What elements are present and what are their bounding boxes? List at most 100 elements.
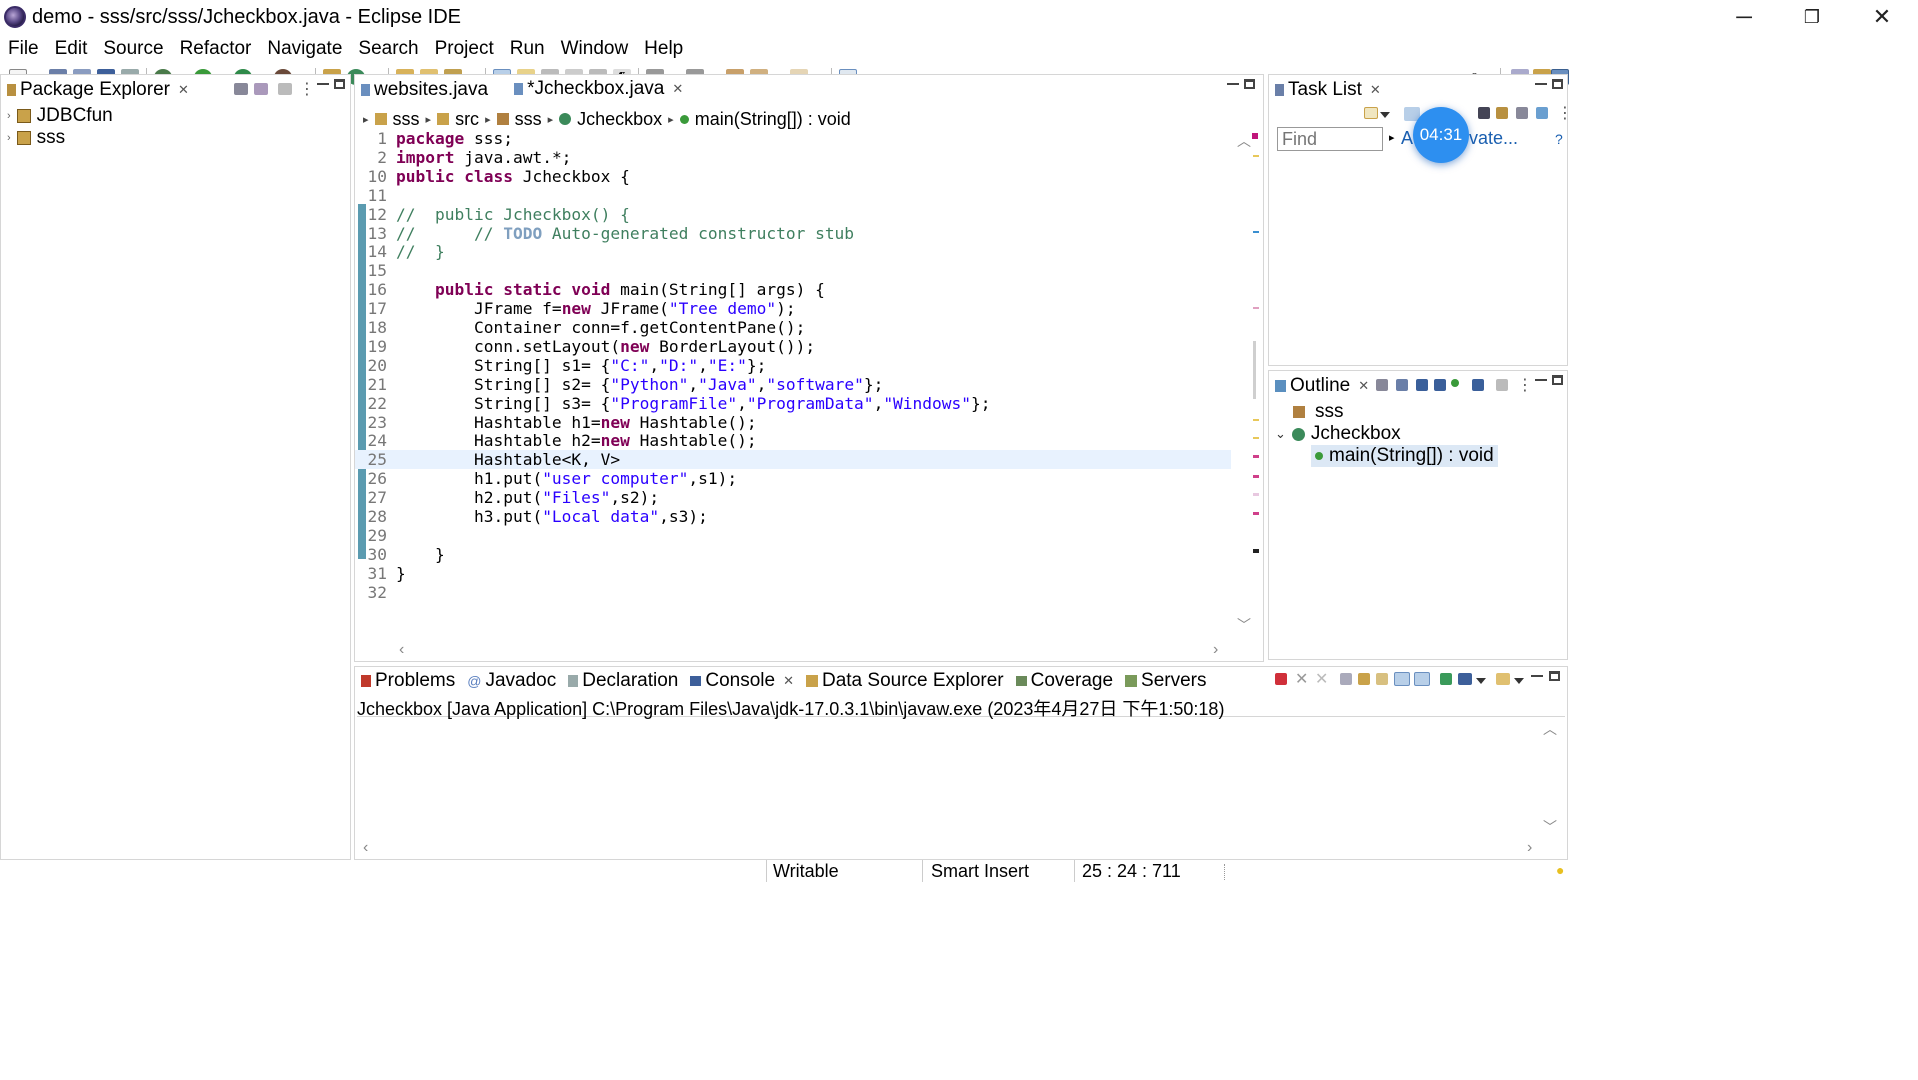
collapse-all-icon[interactable] xyxy=(1496,107,1508,119)
code-line[interactable]: 17 JFrame f=new JFrame("Tree demo"); xyxy=(355,299,1231,318)
minimize-view-icon[interactable] xyxy=(1227,83,1239,85)
outline-item-class[interactable]: ⌄ Jcheckbox xyxy=(1275,423,1401,445)
error-marker[interactable] xyxy=(1252,133,1258,139)
code-line[interactable]: 1 package sss; xyxy=(355,129,1231,148)
code-line[interactable]: 21 String[] s2= {"Python","Java","softwa… xyxy=(355,375,1231,394)
chevron-down-icon[interactable]: ⌄ xyxy=(1275,426,1286,442)
chevron-right-icon[interactable]: › xyxy=(7,132,11,144)
code-line[interactable]: 22 String[] s3= {"ProgramFile","ProgramD… xyxy=(355,394,1231,413)
scroll-left-icon[interactable]: ‹ xyxy=(363,839,368,857)
code-line[interactable]: 11 xyxy=(355,186,1231,205)
menu-project[interactable]: Project xyxy=(427,38,502,60)
minimize-view-icon[interactable] xyxy=(1531,675,1543,677)
code-line[interactable]: 19 conn.setLayout(new BorderLayout()); xyxy=(355,337,1231,356)
close-tab-icon[interactable]: ✕ xyxy=(1370,82,1381,98)
scroll-right-icon[interactable]: › xyxy=(1527,839,1532,857)
clear-console-icon[interactable] xyxy=(1340,673,1352,685)
menu-refactor[interactable]: Refactor xyxy=(172,38,260,60)
hide-static-icon[interactable] xyxy=(1434,379,1446,391)
minimize-view-icon[interactable] xyxy=(1535,379,1547,381)
code-line[interactable]: 16 public static void main(String[] args… xyxy=(355,280,1231,299)
tab-jcheckbox-java[interactable]: *Jcheckbox.java ✕ xyxy=(508,75,690,105)
code-line-current[interactable]: 25 Hashtable<K, V> xyxy=(355,450,1231,470)
breadcrumb-item[interactable]: Jcheckbox xyxy=(577,109,662,130)
vertical-scrollbar-thumb[interactable] xyxy=(1253,341,1256,399)
open-console-dropdown-icon[interactable] xyxy=(1514,678,1524,684)
close-tab-icon[interactable]: ✕ xyxy=(1358,378,1369,394)
error-marker[interactable] xyxy=(1253,493,1259,496)
status-cursor-position[interactable]: 25 : 24 : 711 xyxy=(1082,861,1181,882)
sort-icon[interactable] xyxy=(1396,379,1408,391)
scroll-up-icon[interactable]: ︿ xyxy=(1543,719,1557,739)
code-line[interactable]: 24 Hashtable h2=new Hashtable(); xyxy=(355,431,1231,450)
code-line[interactable]: 18 Container conn=f.getContentPane(); xyxy=(355,318,1231,337)
code-line[interactable]: 20 String[] s1= {"C:","D:","E:"}; xyxy=(355,356,1231,375)
warning-marker[interactable] xyxy=(1253,419,1259,421)
expand-icon[interactable] xyxy=(1516,107,1528,119)
link-with-editor-icon[interactable] xyxy=(254,83,268,95)
word-wrap-icon[interactable] xyxy=(1376,673,1388,685)
warning-marker[interactable] xyxy=(1253,437,1259,439)
code-line[interactable]: 32 xyxy=(355,583,1231,602)
chevron-right-icon[interactable]: ▸ xyxy=(1389,131,1395,144)
warning-marker[interactable] xyxy=(1253,155,1259,157)
remove-launch-icon[interactable]: ✕ xyxy=(1295,669,1308,689)
outline-item-method[interactable]: main(String[]) : void xyxy=(1311,445,1498,467)
breadcrumb-item[interactable]: main(String[]) : void xyxy=(695,109,851,130)
sync-icon[interactable] xyxy=(1536,107,1548,119)
close-button[interactable]: ✕ xyxy=(1852,0,1912,34)
maximize-view-icon[interactable] xyxy=(1552,79,1563,89)
error-marker[interactable] xyxy=(1253,475,1259,478)
code-line[interactable]: 23 Hashtable h1=new Hashtable(); xyxy=(355,413,1231,432)
terminate-icon[interactable] xyxy=(1275,673,1287,685)
code-line[interactable]: 30 } xyxy=(355,545,1231,564)
view-menu-icon[interactable]: ⋮ xyxy=(1517,375,1533,395)
code-line[interactable]: 27 h2.put("Files",s2); xyxy=(355,488,1231,507)
display-console-icon[interactable] xyxy=(1458,673,1472,685)
close-tab-icon[interactable]: ✕ xyxy=(178,82,189,98)
breadcrumb-item[interactable]: src xyxy=(455,109,479,130)
show-console-output-icon[interactable] xyxy=(1394,672,1410,686)
pin-console-icon[interactable] xyxy=(1440,673,1452,685)
tab-servers[interactable]: Servers xyxy=(1119,666,1212,696)
filters-icon[interactable] xyxy=(1496,379,1508,391)
minimize-view-icon[interactable] xyxy=(1535,83,1547,85)
timer-bubble[interactable]: 04:31 xyxy=(1413,107,1469,163)
tab-javadoc[interactable]: @ Javadoc xyxy=(461,666,562,696)
new-task-dropdown-icon[interactable] xyxy=(1380,112,1390,118)
activate-link[interactable]: vate... xyxy=(1469,128,1518,149)
scroll-down-icon[interactable]: ﹀ xyxy=(1237,615,1251,635)
error-marker[interactable] xyxy=(1253,455,1259,458)
tab-outline[interactable]: Outline ✕ xyxy=(1269,371,1375,401)
tree-item-jdbcfun[interactable]: › JDBCfun xyxy=(7,105,113,127)
code-line[interactable]: 29 xyxy=(355,526,1231,545)
code-line[interactable]: 15 xyxy=(355,261,1231,280)
menu-edit[interactable]: Edit xyxy=(47,38,96,60)
code-line[interactable]: 31} xyxy=(355,564,1231,583)
hide-fields-icon[interactable] xyxy=(1416,379,1428,391)
tab-websites-java[interactable]: websites.java xyxy=(355,75,494,105)
menu-file[interactable]: File xyxy=(0,38,47,60)
close-tab-icon[interactable]: ✕ xyxy=(672,81,683,97)
minimize-view-icon[interactable] xyxy=(317,83,329,85)
maximize-view-icon[interactable] xyxy=(1549,671,1560,681)
open-console-icon[interactable] xyxy=(1496,673,1510,685)
marker[interactable] xyxy=(1253,307,1259,309)
focus-icon[interactable] xyxy=(1478,107,1490,119)
help-icon[interactable]: ? xyxy=(1555,131,1563,147)
tab-data-source-explorer[interactable]: Data Source Explorer xyxy=(800,666,1010,696)
tab-declaration[interactable]: Declaration xyxy=(562,666,684,696)
scroll-left-icon[interactable]: ‹ xyxy=(399,641,404,659)
menu-run[interactable]: Run xyxy=(502,38,553,60)
code-line[interactable]: 10 public class Jcheckbox { xyxy=(355,167,1231,186)
menu-navigate[interactable]: Navigate xyxy=(259,38,350,60)
close-tab-icon[interactable]: ✕ xyxy=(783,673,794,689)
tab-console[interactable]: Console ✕ xyxy=(684,666,800,696)
menu-help[interactable]: Help xyxy=(636,38,691,60)
tab-coverage[interactable]: Coverage xyxy=(1010,666,1119,696)
maximize-view-icon[interactable] xyxy=(1244,79,1255,89)
view-menu-icon[interactable]: ⋮ xyxy=(299,79,315,99)
maximize-view-icon[interactable] xyxy=(1552,375,1563,385)
view-menu-icon[interactable]: ⋮ xyxy=(1557,103,1573,123)
status-insert-mode[interactable]: Smart Insert xyxy=(931,861,1029,882)
